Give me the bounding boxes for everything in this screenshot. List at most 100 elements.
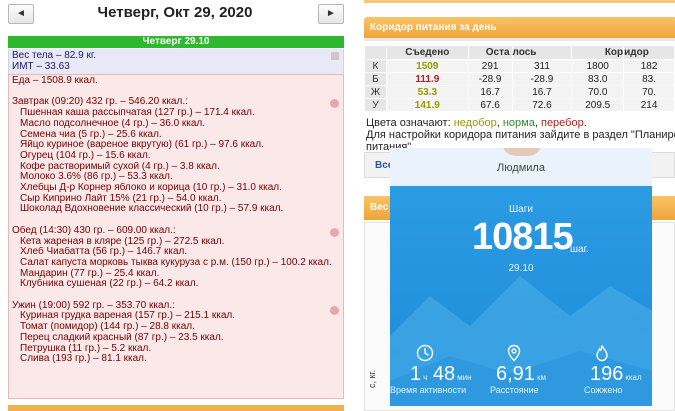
corridor-max-cell: 182 (623, 59, 675, 73)
left-cell: 311 (511, 59, 573, 73)
weight-panel-title: Вес (370, 202, 389, 213)
list-item: Кофе растворимый сухой (4 гр.) – 3.8 кка… (20, 161, 220, 172)
list-item: Шоколад Вдохновение классический (10 гр.… (20, 204, 284, 215)
next-day-button[interactable]: ► (318, 4, 344, 24)
plan-note-line: Для настройки коридора питания зайдите в… (366, 129, 675, 141)
legend-norm: норма (502, 117, 535, 129)
food-total-text: Еда – 1508.9 ккал. (12, 76, 98, 86)
activity-hours-unit: ч (423, 373, 428, 382)
avatar[interactable] (502, 148, 542, 156)
list-item: Петрушка (11 гр.) – 5.2 ккал. (20, 343, 152, 354)
user-name: Людмила (497, 162, 545, 174)
distance-unit: км (536, 373, 546, 382)
list-item: Мандарин (77 гр.) – 25.4 ккал. (20, 268, 160, 279)
axis-label: с, кг. (367, 369, 377, 388)
page-title: Четверг, Окт 29, 2020 (97, 4, 253, 21)
food-log-box: Еда – 1508.9 ккал. Завтрак (09:20) 432 г… (8, 74, 344, 399)
corridor-table: Съедено Оста лось Кор идор К 1509 291 31… (364, 45, 675, 112)
table-header: Кор (571, 45, 625, 60)
bmi-text: ИМТ – 33.63 (12, 61, 70, 72)
corridor-max-cell: 70. (623, 85, 675, 99)
eaten-cell: 1509 (385, 59, 469, 73)
flame-icon (596, 345, 608, 362)
corridor-min-cell: 1800 (571, 59, 625, 73)
calories-unit: ккал (625, 373, 642, 382)
calories-label: Сожжено (584, 385, 623, 395)
left-cell: 16.7 (467, 85, 513, 99)
list-item: Хлеб Чиабатта (56 гр.) – 146.7 ккал. (20, 247, 188, 258)
table-header: Съедено (385, 45, 469, 60)
table-row: К 1509 291 311 1800 182 (364, 59, 675, 73)
table-header (364, 45, 387, 60)
body-weight-text: Вес тела – 82.9 кг. (12, 50, 97, 61)
legend-prefix: Цвета означают: (366, 117, 451, 129)
color-legend: Цвета означают: недобор, норма, перебор. (366, 117, 587, 129)
list-item: Хлебцы Д-р Корнер яблоко и корица (10 гр… (20, 183, 282, 194)
list-item: Пшенная каша рассыпчатая (127 гр.) – 171… (20, 108, 255, 119)
body-metrics-box: Вес тела – 82.9 кг. ИМТ – 33.63 (8, 49, 344, 74)
apple-icon[interactable] (330, 228, 339, 237)
list-item: Масло подсолнечное (4 гр.) – 36.0 ккал. (20, 118, 206, 129)
list-item: Куриная грудка вареная (157 гр.) – 215.1… (20, 311, 236, 322)
left-cell: 72.6 (511, 98, 573, 112)
fitness-app-screenshot: Людмила Шаги 10815 шаг. 29.10 1ч 48 мин В… (390, 148, 652, 406)
prev-day-button[interactable]: ◄ (8, 4, 34, 24)
list-item: Слива (193 гр.) – 81.1 ккал. (20, 354, 147, 365)
corridor-max-cell: 83. (623, 72, 675, 86)
left-cell: -28.9 (467, 72, 513, 86)
distance-number: 6,91 (496, 363, 535, 385)
row-label: У (364, 98, 387, 112)
apple-icon[interactable] (330, 306, 339, 315)
list-item: Томат (помидор) (144 гр.) – 28.8 ккал. (20, 322, 195, 333)
eaten-cell: 141.9 (385, 98, 469, 112)
clock-icon (416, 344, 434, 362)
meal-title-dinner: Ужин (19:00) 592 гр. – 353.70 ккал.: (12, 300, 175, 311)
next-panel-header (8, 405, 344, 411)
left-cell: 291 (467, 59, 513, 73)
list-item: Огурец (104 гр.) – 15.6 ккал. (20, 150, 151, 161)
calories-number: 196 (590, 363, 624, 385)
activity-hours: 1 (410, 363, 422, 385)
scale-icon[interactable] (331, 52, 339, 60)
table-row: Б 111.9 -28.9 -28.9 83.0 83. (364, 72, 675, 86)
corridor-min-cell: 83.0 (571, 72, 625, 86)
list-item: Семена чиа (5 гр.) – 25.6 ккал. (20, 129, 162, 140)
steps-label: Шаги (509, 204, 533, 215)
day-diary-panel: ◄ Четверг, Окт 29, 2020 ► Четверг 29.10 … (0, 0, 349, 411)
meal-title-lunch: Обед (14:30) 430 гр. – 609.00 ккал.: (12, 225, 176, 236)
left-cell: 16.7 (511, 85, 573, 99)
corridor-max-cell: 214 (623, 98, 675, 112)
list-item: Перец сладкий красный (87 гр.) – 23.5 кк… (20, 332, 224, 343)
table-header: Оста (467, 45, 513, 60)
row-label: Ж (364, 85, 387, 99)
legend-over: перебор (540, 117, 584, 129)
panel-top-edge (364, 0, 675, 3)
table-row: У 141.9 67.6 72.6 209.5 214 (364, 98, 675, 112)
table-header: лось (511, 45, 573, 60)
row-label: К (364, 59, 387, 73)
steps-unit: шаг. (570, 244, 589, 255)
table-header-row: Съедено Оста лось Кор идор (364, 45, 675, 60)
table-header: идор (623, 45, 675, 60)
list-item: Молоко 3.6% (86 гр.) – 53.3 ккал. (20, 172, 173, 183)
list-item: Яйцо куриное (вареное вкрутую) (61 гр.) … (20, 140, 264, 151)
row-label: Б (364, 72, 387, 86)
steps-date: 29.10 (508, 263, 534, 274)
meal-title-breakfast: Завтрак (09:20) 432 гр. – 546.20 ккал.: (12, 97, 188, 108)
day-header-bar[interactable]: Четверг 29.10 (8, 36, 344, 48)
corridor-panel-header[interactable]: Коридор питания за день (364, 17, 675, 41)
list-item: Сыр Киприно Лайт 15% (21 гр.) – 54.0 кка… (20, 193, 222, 204)
table-row: Ж 53.3 16.7 16.7 70.0 70. (364, 85, 675, 99)
apple-icon[interactable] (330, 99, 339, 108)
activity-minutes: 48 (432, 363, 456, 385)
left-cell: 67.6 (467, 98, 513, 112)
activity-time-label: Время активности (390, 385, 467, 395)
activity-minutes-unit: мин (457, 373, 472, 382)
corridor-min-cell: 209.5 (571, 98, 625, 112)
list-item: Салат капуста морковь тыква кукуруза с р… (20, 257, 332, 268)
list-item: Кета жареная в кляре (125 гр.) – 272.5 к… (20, 236, 225, 247)
distance-label: Расстояние (490, 385, 539, 395)
legend-low: недобор (453, 117, 497, 129)
list-item: Клубника сушеная (22 гр.) – 64.2 ккал. (20, 279, 199, 290)
eaten-cell: 111.9 (385, 72, 469, 86)
